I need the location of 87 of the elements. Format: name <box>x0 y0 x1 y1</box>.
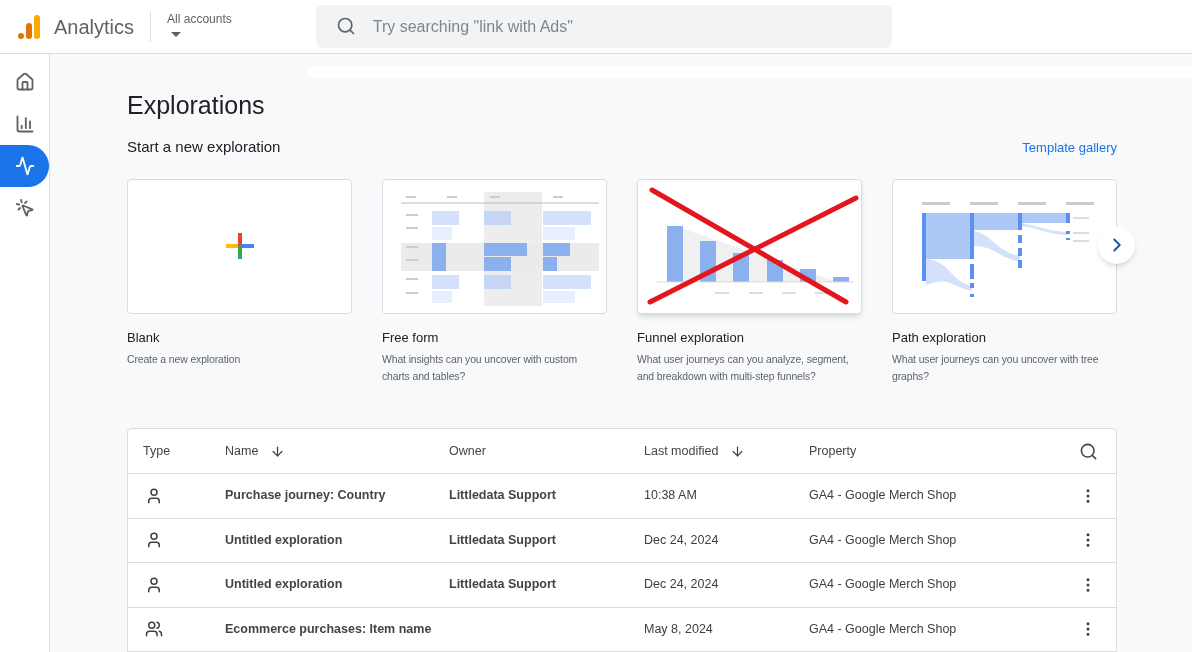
chart-bar <box>1066 231 1070 234</box>
column-header[interactable]: Last modified <box>644 441 719 461</box>
name-cell[interactable]: Untitled exploration <box>225 575 449 595</box>
template-card[interactable] <box>892 178 1117 314</box>
date-cell-text: Dec 24, 2024 <box>644 576 720 594</box>
name-cell[interactable]: Untitled exploration <box>225 530 449 550</box>
search-icon <box>335 16 356 36</box>
nav-item[interactable] <box>0 145 49 187</box>
label-line <box>446 196 457 198</box>
chart-bar <box>970 294 974 297</box>
template-description: Create a new exploration <box>127 353 242 367</box>
user-icon <box>145 486 163 505</box>
users-icon <box>145 620 163 639</box>
label-line <box>405 196 416 198</box>
label-line <box>1073 217 1089 219</box>
property-cell-text: GA4 - Google Merch Shop <box>809 576 958 594</box>
plus-icon <box>224 231 255 261</box>
explore-icon <box>14 156 35 176</box>
label-line <box>1073 232 1089 234</box>
user-icon <box>145 575 163 594</box>
column-header[interactable]: Type <box>143 441 171 461</box>
label-line <box>405 278 418 280</box>
owner-cell: Littledata Support <box>449 532 556 547</box>
label-line <box>405 214 418 216</box>
label-line <box>781 292 796 294</box>
property-cell-text: GA4 - Google Merch Shop <box>809 487 958 505</box>
template-description: What insights can you uncover with custom charts and tables? <box>382 353 579 384</box>
date-cell-text: May 8, 2024 <box>644 620 714 638</box>
search-field[interactable]: Try searching "link with Ads" <box>315 5 892 48</box>
owner-cell: Littledata Support <box>449 577 556 592</box>
column-header[interactable]: Owner <box>449 441 486 461</box>
chart-bar <box>1018 213 1022 230</box>
chart-bar <box>542 211 591 225</box>
page-title: Explorations <box>127 90 266 120</box>
chart-bar <box>970 264 974 279</box>
chart-bar <box>431 211 459 225</box>
label-line <box>922 202 950 205</box>
label-line <box>405 292 418 294</box>
template-title: Blank <box>127 328 161 347</box>
search-icon[interactable] <box>1078 441 1098 461</box>
label-line <box>970 202 998 205</box>
property-cell-text: GA4 - Google Merch Shop <box>809 620 958 638</box>
analytics-logo-icon <box>16 13 42 40</box>
chart-bar <box>1066 213 1070 223</box>
label-line <box>1018 202 1046 205</box>
cursor-icon <box>14 198 35 218</box>
column-header[interactable]: Property <box>809 441 857 461</box>
label-line <box>405 227 418 229</box>
chart-bar <box>1018 248 1022 256</box>
chart-bar <box>832 277 849 282</box>
chart-bar <box>431 275 459 289</box>
template-title: Path exploration <box>892 328 987 347</box>
chart-bar <box>483 211 511 225</box>
owner-cell: Littledata Support <box>449 488 556 503</box>
label-line <box>552 196 563 198</box>
product-name: Analytics <box>54 14 135 40</box>
chart-bar <box>922 213 926 281</box>
section-title: Start a new exploration <box>127 137 281 157</box>
chart-bar <box>970 213 974 259</box>
name-cell[interactable]: Purchase journey: Country <box>225 486 449 506</box>
template-title: Funnel exploration <box>637 328 745 347</box>
home-icon <box>14 72 35 92</box>
property-cell-text: GA4 - Google Merch Shop <box>809 531 958 549</box>
chart-bar <box>1018 260 1022 268</box>
date-cell-text: Dec 24, 2024 <box>644 531 720 549</box>
column-header[interactable]: Name <box>225 441 259 461</box>
chart-bar <box>970 283 974 288</box>
name-cell[interactable]: Ecommerce purchases: Item name <box>225 619 449 639</box>
chart-bar <box>666 226 683 282</box>
label-line <box>1066 202 1094 205</box>
chart-bar <box>1018 235 1022 243</box>
label-line <box>489 196 500 198</box>
label-line <box>748 292 763 294</box>
user-icon <box>145 531 163 550</box>
caret-icon <box>171 31 182 38</box>
chart-bar <box>483 275 511 289</box>
template-gallery-link[interactable]: Template gallery <box>1022 137 1117 157</box>
account-selector[interactable]: All accounts <box>167 11 232 38</box>
bar-chart-icon <box>14 114 35 134</box>
label-line <box>1073 240 1089 242</box>
date-cell-text: 10:38 AM <box>644 487 698 505</box>
chart-bar <box>542 275 591 289</box>
template-title: Free form <box>382 328 440 347</box>
label-line <box>714 292 729 294</box>
template-description: What user journeys can you analyze, segment, and breakdown with multi-step funnels? <box>637 353 850 384</box>
label-line <box>814 292 829 294</box>
template-description: What user journeys can you uncover with tree graphs? <box>892 353 1100 384</box>
